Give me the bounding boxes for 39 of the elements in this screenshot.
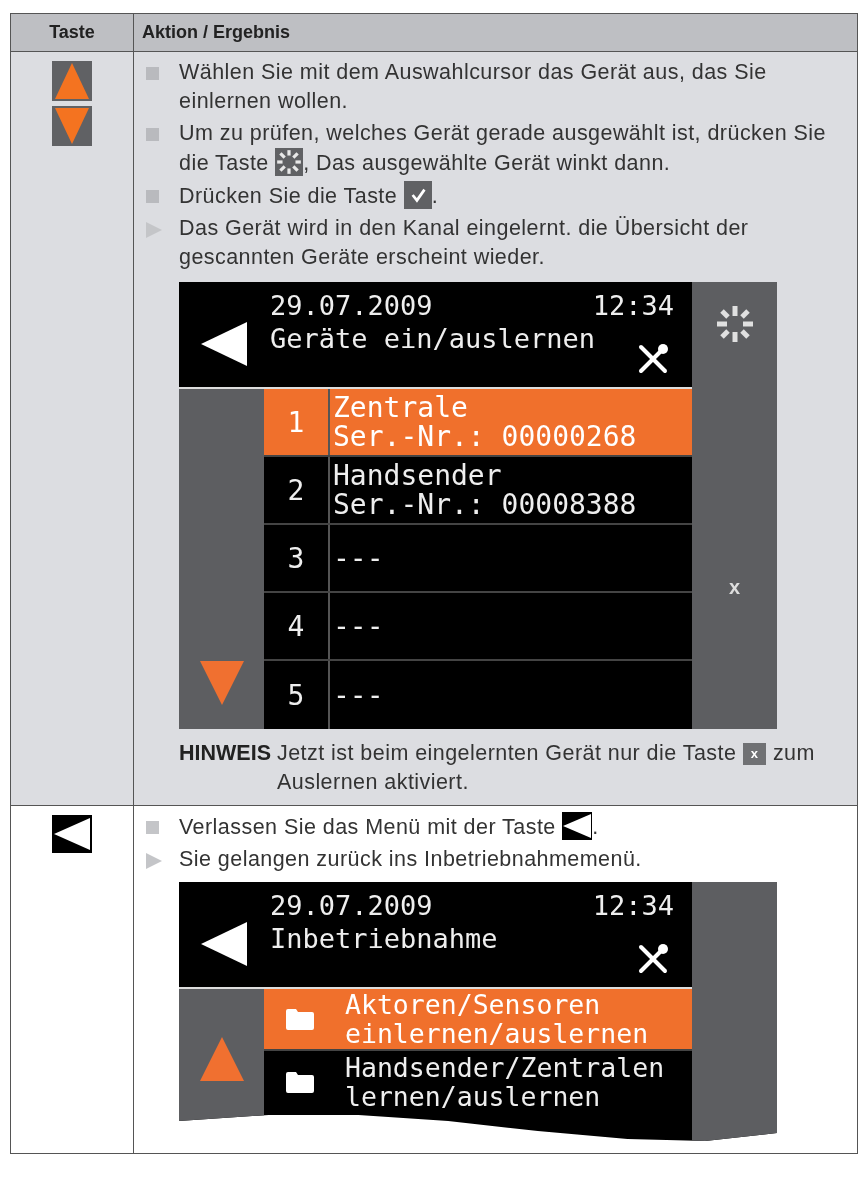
folder-icon (284, 1070, 316, 1094)
date-text: 29.07.2009 (270, 890, 433, 922)
note-text: Jetzt ist beim eingelernten Gerät nur die Taste x zum Auslernen aktiviert. (277, 740, 816, 796)
x-key[interactable]: x (728, 576, 741, 599)
bullet-square-icon (146, 128, 159, 141)
bullet-square-icon (146, 821, 159, 834)
bullet-square-icon (146, 67, 159, 80)
result-arrow-icon (146, 853, 162, 869)
note-label: HINWEIS (179, 740, 271, 767)
result-arrow-icon (146, 222, 162, 238)
back-triangle-icon[interactable] (201, 920, 247, 968)
check-key-icon (403, 181, 432, 209)
screen-title: Geräte ein/auslernen (270, 322, 597, 356)
instruction-text: Das Gerät wird in den Kanal eingelernt. die Übersicht der gescannten Geräte erscheint wieder. (179, 215, 750, 271)
column-header: Taste (11, 14, 134, 51)
instruction-text: Sie gelangen zurück ins Inbetriebnahmemenü. (179, 846, 642, 873)
column-header: Aktion / Ergebnis (141, 21, 292, 44)
time-text: 12:34 (592, 290, 674, 322)
sun-key-icon (275, 148, 304, 176)
device-list-item[interactable]: 3 --- (264, 525, 692, 593)
screen-title: Inbetriebnahme (270, 922, 499, 956)
instruction-text: Verlassen Sie das Menü mit der Taste . (179, 812, 599, 842)
instruction-text: Um zu prüfen, welches Gerät gerade ausgewählt ist, drücken Sie die Taste , Das ausgewählte Gerät winkt dann. (179, 120, 827, 178)
time-text: 12:34 (592, 890, 674, 922)
device-list-item[interactable]: 4 --- (264, 593, 692, 661)
instruction-text: Drücken Sie die Taste . (179, 181, 439, 211)
bullet-square-icon (146, 190, 159, 203)
back-triangle-icon[interactable] (201, 320, 247, 368)
tools-icon (636, 942, 670, 976)
tools-icon (636, 342, 670, 376)
x-key: x (742, 743, 767, 765)
up-down-arrows-icon (52, 61, 92, 147)
folder-icon (284, 1007, 316, 1031)
date-text: 29.07.2009 (270, 290, 433, 322)
device-list-item[interactable]: 2 Handsender Ser.-Nr.: 00008388 (264, 457, 692, 525)
back-key-icon (562, 812, 593, 840)
back-triangle-icon (52, 815, 92, 853)
instruction-text: Wählen Sie mit dem Auswahlcursor das Gerät aus, das Sie einlernen wollen. (179, 59, 768, 115)
sun-icon[interactable] (714, 304, 755, 344)
